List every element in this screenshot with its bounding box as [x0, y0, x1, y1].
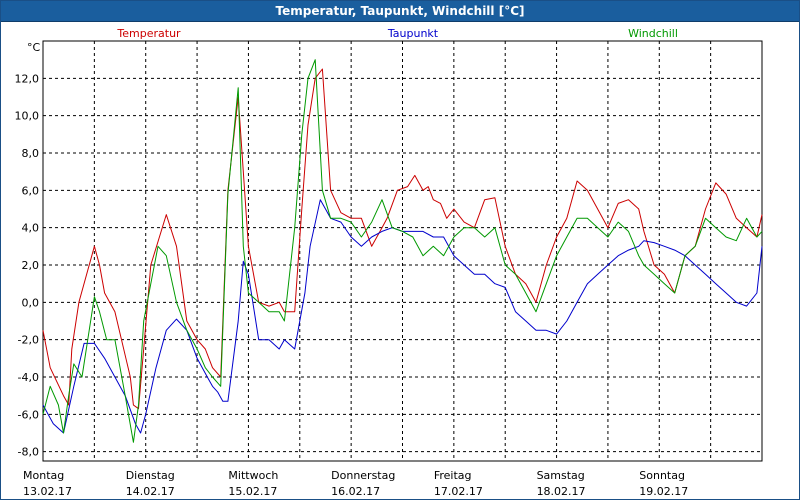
y-tick-label: -2,0 [18, 334, 39, 347]
y-tick-label: 12,0 [15, 72, 40, 85]
y-tick-label: 0,0 [22, 296, 40, 309]
chart-window: Temperatur, Taupunkt, Windchill [°C] -8,… [0, 0, 800, 500]
y-tick-label: 4,0 [22, 222, 40, 235]
y-tick-label: 8,0 [22, 147, 40, 160]
y-tick-label: -4,0 [18, 371, 39, 384]
x-tick-label-day: Montag [23, 469, 64, 482]
legend: Temperatur Taupunkt Windchill [116, 27, 678, 40]
y-tick-label: 2,0 [22, 259, 40, 272]
y-axis: -8,0 -6,0 -4,0 -2,0 0,0 2,0 4,0 6,0 8,0 10,0 12,0 [15, 72, 40, 458]
x-tick-label-day: Dienstag [126, 469, 175, 482]
legend-entry: Windchill [628, 27, 678, 40]
x-tick-label-day: Freitag [434, 469, 472, 482]
chart-canvas: -8,0-6,0-4,0-2,00,02,04,06,08,010,012,0 … [15, 27, 763, 498]
y-tick-label: -6,0 [18, 408, 39, 421]
x-tick-label-day: Samstag [537, 469, 585, 482]
y-tick-label: -8,0 [18, 446, 39, 459]
x-tick-label-date: 17.02.17 [434, 485, 483, 498]
x-tick-label-date: 14.02.17 [126, 485, 175, 498]
x-tick-label-date: 15.02.17 [228, 485, 277, 498]
y-tick-label: 10,0 [15, 110, 40, 123]
legend-entry: Temperatur [116, 27, 181, 40]
x-tick-label-date: 13.02.17 [23, 485, 72, 498]
x-tick-label-day: Mittwoch [228, 469, 278, 482]
x-axis: Montag 13.02.17 Dienstag 14.02.17 Mittwoch 15… [23, 469, 688, 498]
x-tick-label-day: Donnerstag [331, 469, 395, 482]
x-tick-label-date: 19.02.17 [639, 485, 688, 498]
x-tick-label-day: Sonntag [639, 469, 685, 482]
grid [43, 41, 762, 461]
x-tick-label-date: 16.02.17 [331, 485, 380, 498]
x-tick-label-date: 18.02.17 [537, 485, 586, 498]
y-axis-unit-label: °C [27, 41, 41, 54]
y-tick-label: 6,0 [22, 184, 40, 197]
legend-entry: Taupunkt [387, 27, 439, 40]
